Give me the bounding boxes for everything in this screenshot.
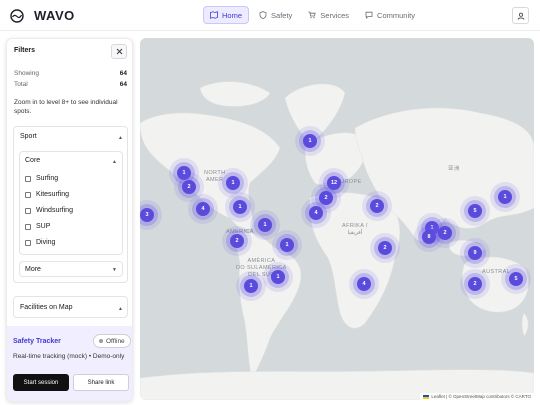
map-cluster[interactable]: 1 xyxy=(498,190,512,204)
share-link-button[interactable]: Share link xyxy=(73,374,129,391)
map-cluster[interactable]: 4 xyxy=(309,206,323,220)
world-map[interactable]: NORTH AMER EUROPE AFRIKA / أفريقيا AMERICA… xyxy=(140,38,534,400)
map-attribution[interactable]: Leaflet | © OpenStreetMap contributors ©… xyxy=(420,393,534,400)
safety-tracker-title: Safety Tracker xyxy=(13,338,61,345)
attribution-text: Leaflet | © OpenStreetMap contributors ©… xyxy=(431,394,531,399)
chat-icon xyxy=(365,11,373,19)
nav-safety-label: Safety xyxy=(271,10,293,20)
more-filter-group[interactable]: More ▼ xyxy=(19,261,123,277)
start-session-button[interactable]: Start session xyxy=(13,374,69,391)
map-cluster[interactable]: 4 xyxy=(196,202,210,216)
option-label: Kitesurfing xyxy=(36,191,70,198)
safety-tracker-card: Safety Tracker Offline Real-time trackin… xyxy=(7,326,132,401)
map-cluster[interactable]: 1 xyxy=(226,176,240,190)
status-badge: Offline xyxy=(93,334,131,348)
map-cluster[interactable]: 2 xyxy=(378,241,392,255)
map-cluster[interactable]: 1 xyxy=(303,134,317,148)
chevron-down-icon[interactable]: ▼ xyxy=(112,267,117,273)
map-cluster[interactable]: 12 xyxy=(327,176,341,190)
ukraine-flag-icon xyxy=(423,394,430,399)
sport-filter-header[interactable]: Sport xyxy=(20,133,37,140)
map-cluster[interactable]: 9 xyxy=(468,246,482,260)
logo-text: WAVO xyxy=(34,8,75,23)
user-menu-button[interactable] xyxy=(512,7,529,24)
map-cluster[interactable]: 2 xyxy=(370,199,384,213)
map-cluster[interactable]: 5 xyxy=(468,204,482,218)
checkbox[interactable] xyxy=(25,191,31,198)
map-cluster[interactable]: 1 xyxy=(258,218,272,232)
nav-community[interactable]: Community xyxy=(359,6,421,24)
shield-icon xyxy=(259,11,267,19)
map-cluster[interactable]: 2 xyxy=(230,234,244,248)
chevron-up-icon[interactable]: ▲ xyxy=(118,306,123,312)
map-label-north-america: NORTH AMER xyxy=(204,170,226,183)
map-cluster[interactable]: 2 xyxy=(319,191,333,205)
map-cluster[interactable]: 4 xyxy=(357,277,371,291)
total-value: 64 xyxy=(119,81,127,88)
map-cluster[interactable]: 2 xyxy=(438,226,452,240)
showing-value: 64 xyxy=(119,70,127,77)
showing-label: Showing xyxy=(14,70,39,77)
map-label-africa: AFRIKA / أفريقيا xyxy=(342,223,368,236)
facilities-filter-group[interactable]: Facilities on Map ▲ xyxy=(13,296,128,318)
nav-home[interactable]: Home xyxy=(203,6,250,24)
nav-services-label: Services xyxy=(320,10,350,20)
map-label-australia: AUSTRAL xyxy=(482,269,511,275)
map-label-asia: 亚洲 xyxy=(448,166,460,172)
filter-option-kitesurfing[interactable]: Kitesurfing xyxy=(25,191,69,198)
checkbox[interactable] xyxy=(25,207,31,214)
close-icon xyxy=(116,48,122,55)
status-label: Offline xyxy=(106,337,125,345)
chevron-up-icon[interactable]: ▲ xyxy=(118,135,123,141)
option-label: Surfing xyxy=(36,175,59,182)
filter-option-windsurfing[interactable]: Windsurfing xyxy=(25,207,73,214)
top-bar: WAVO Home Safety Services Community xyxy=(0,0,540,31)
map-cluster[interactable]: 3 xyxy=(140,208,154,222)
map-cluster[interactable]: 1 xyxy=(233,200,247,214)
tracker-description: Real-time tracking (mock) • Demo-only xyxy=(13,353,125,360)
option-label: Windsurfing xyxy=(36,207,73,214)
map-cluster[interactable]: 1 xyxy=(244,279,258,293)
total-label: Total xyxy=(14,81,28,88)
chevron-up-icon[interactable]: ▲ xyxy=(112,159,117,165)
sport-filter-group: Sport ▲ Core ▲ Surfing Kitesurfing Winds… xyxy=(13,126,128,283)
main-nav: Home Safety Services Community xyxy=(203,6,425,24)
filter-option-diving[interactable]: Diving xyxy=(25,239,55,246)
checkbox[interactable] xyxy=(25,239,31,246)
option-label: Diving xyxy=(36,239,56,246)
map-cluster[interactable]: 2 xyxy=(468,277,482,291)
map-cluster[interactable]: 1 xyxy=(177,166,191,180)
filter-option-surfing[interactable]: Surfing xyxy=(25,175,58,182)
status-dot-icon xyxy=(99,339,103,343)
nav-services[interactable]: Services xyxy=(302,6,355,24)
showing-stat: Showing 64 xyxy=(14,70,127,77)
checkbox[interactable] xyxy=(25,223,31,230)
option-label: SUP xyxy=(36,223,51,230)
logo[interactable]: WAVO xyxy=(10,8,75,23)
more-filter-header[interactable]: More xyxy=(25,266,41,273)
wave-logo-icon xyxy=(10,8,24,23)
nav-community-label: Community xyxy=(377,10,415,20)
core-filter-group: Core ▲ Surfing Kitesurfing Windsurfing S… xyxy=(19,151,123,255)
facilities-header[interactable]: Facilities on Map xyxy=(20,304,73,311)
checkbox[interactable] xyxy=(25,175,31,182)
map-icon xyxy=(210,11,218,19)
core-filter-header[interactable]: Core xyxy=(25,157,40,164)
filter-option-sup[interactable]: SUP xyxy=(25,223,50,230)
map-cluster[interactable]: 5 xyxy=(509,272,523,286)
filters-panel: Filters Showing 64 Total 64 Zoom in to l… xyxy=(6,38,133,402)
nav-home-label: Home xyxy=(222,10,243,20)
close-filters-button[interactable] xyxy=(111,44,127,59)
map-cluster[interactable]: 1 xyxy=(280,238,294,252)
filters-title: Filters xyxy=(14,47,36,54)
map-cluster[interactable]: 1 xyxy=(271,270,285,284)
zoom-hint: Zoom in to level 8+ to see individual sp… xyxy=(14,99,118,115)
map-base-layer xyxy=(140,81,534,400)
map-cluster[interactable]: 2 xyxy=(182,180,196,194)
user-icon xyxy=(517,12,524,20)
nav-safety[interactable]: Safety xyxy=(253,6,298,24)
map-cluster[interactable]: 8 xyxy=(422,230,436,244)
cart-icon xyxy=(308,11,316,19)
total-stat: Total 64 xyxy=(14,81,127,88)
